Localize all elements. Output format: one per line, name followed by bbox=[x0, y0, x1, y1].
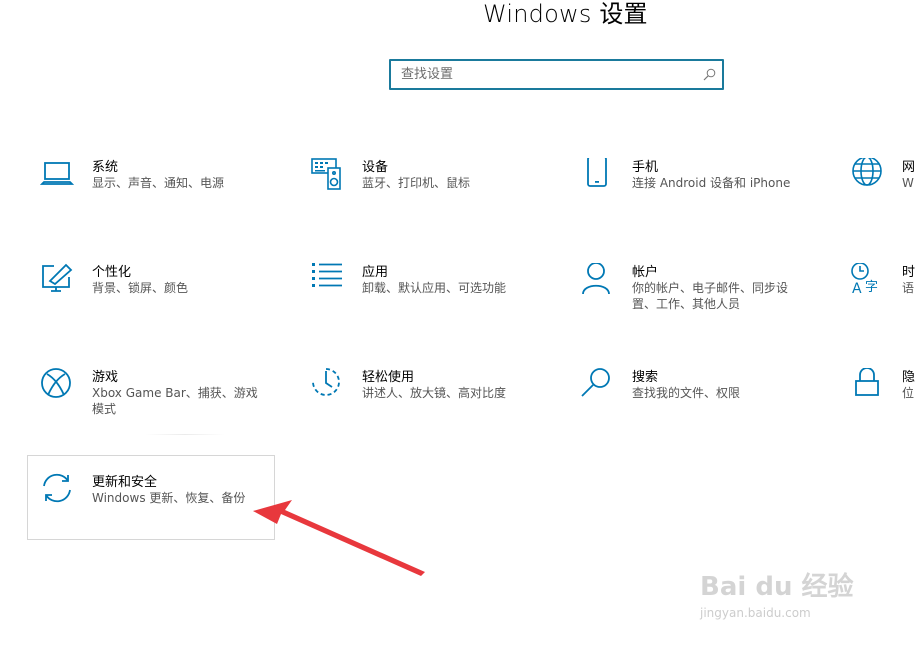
tile-description: 讲述人、放大镜、高对比度 bbox=[362, 386, 507, 400]
tile-description: 语 bbox=[902, 281, 915, 295]
watermark-url: jingyan.baidu.com bbox=[700, 606, 811, 620]
ease-of-access-icon bbox=[310, 368, 344, 402]
tile-label: 应用 bbox=[362, 265, 389, 280]
tile-description: 你的帐户、电子邮件、同步设置、工作、其他人员 bbox=[632, 281, 789, 311]
annotation-arrow-icon bbox=[253, 500, 425, 576]
tile-apps[interactable]: 应用 卸载、默认应用、可选功能 bbox=[310, 263, 560, 348]
tile-label: 隐 bbox=[902, 370, 915, 385]
baidu-watermark: Bai du 经验 jingyan.baidu.com bbox=[700, 566, 870, 626]
watermark-text: Bai du 经验 bbox=[700, 572, 854, 602]
globe-icon bbox=[850, 158, 884, 192]
search-box[interactable] bbox=[389, 59, 724, 90]
tile-label: 搜索 bbox=[632, 370, 659, 385]
tile-privacy[interactable]: 隐 位 bbox=[850, 368, 915, 453]
tile-personalization[interactable]: 个性化 背景、锁屏、颜色 bbox=[40, 263, 290, 348]
svg-text:字: 字 bbox=[865, 280, 878, 295]
lock-icon bbox=[850, 368, 884, 402]
search-icon bbox=[580, 368, 614, 402]
tile-label: 时 bbox=[902, 265, 915, 280]
tile-label: 游戏 bbox=[92, 370, 119, 385]
laptop-icon bbox=[40, 158, 74, 192]
tile-time-language[interactable]: A 字 时 语 bbox=[850, 263, 915, 348]
tile-description: W bbox=[902, 176, 914, 190]
tile-accounts[interactable]: 帐户 你的帐户、电子邮件、同步设置、工作、其他人员 bbox=[580, 263, 830, 348]
tile-ease-of-access[interactable]: 轻松使用 讲述人、放大镜、高对比度 bbox=[310, 368, 560, 453]
tile-devices[interactable]: 设备 蓝牙、打印机、鼠标 bbox=[310, 158, 560, 243]
tile-description: 查找我的文件、权限 bbox=[632, 386, 741, 400]
search-input[interactable] bbox=[401, 65, 691, 84]
svg-text:A: A bbox=[852, 281, 862, 297]
tile-system[interactable]: 系统 显示、声音、通知、电源 bbox=[40, 158, 290, 243]
tile-label: 帐户 bbox=[632, 265, 659, 280]
tile-description: Xbox Game Bar、捕获、游戏模式 bbox=[92, 386, 258, 416]
tile-network[interactable]: 网 W bbox=[850, 158, 915, 243]
tile-description: 显示、声音、通知、电源 bbox=[92, 176, 225, 190]
sync-icon bbox=[40, 473, 74, 507]
tile-description: 蓝牙、打印机、鼠标 bbox=[362, 176, 471, 190]
tile-label: 网 bbox=[902, 160, 915, 175]
paint-monitor-icon bbox=[40, 263, 74, 297]
tile-phone[interactable]: 手机 连接 Android 设备和 iPhone bbox=[580, 158, 830, 243]
tile-label: 更新和安全 bbox=[92, 475, 158, 490]
page-title: Windows 设置 bbox=[483, 0, 648, 28]
tile-label: 手机 bbox=[632, 160, 659, 175]
tile-description: 连接 Android 设备和 iPhone bbox=[632, 176, 791, 190]
time-language-icon: A 字 bbox=[850, 263, 884, 297]
tile-label: 个性化 bbox=[92, 265, 132, 280]
person-icon bbox=[580, 263, 614, 297]
tile-label: 轻松使用 bbox=[362, 370, 415, 385]
tile-label: 系统 bbox=[92, 160, 119, 175]
tile-description: 位 bbox=[902, 386, 915, 400]
tile-gaming[interactable]: 游戏 Xbox Game Bar、捕获、游戏模式 bbox=[40, 368, 290, 453]
tile-description: 卸载、默认应用、可选功能 bbox=[362, 281, 507, 295]
tile-search[interactable]: 搜索 查找我的文件、权限 bbox=[580, 368, 830, 453]
search-icon bbox=[703, 68, 716, 81]
app-list-icon bbox=[310, 263, 344, 297]
tile-description: 背景、锁屏、颜色 bbox=[92, 281, 189, 295]
keyboard-speaker-icon bbox=[310, 158, 344, 192]
xbox-icon bbox=[40, 368, 74, 402]
phone-icon bbox=[580, 158, 614, 192]
tile-label: 设备 bbox=[362, 160, 389, 175]
